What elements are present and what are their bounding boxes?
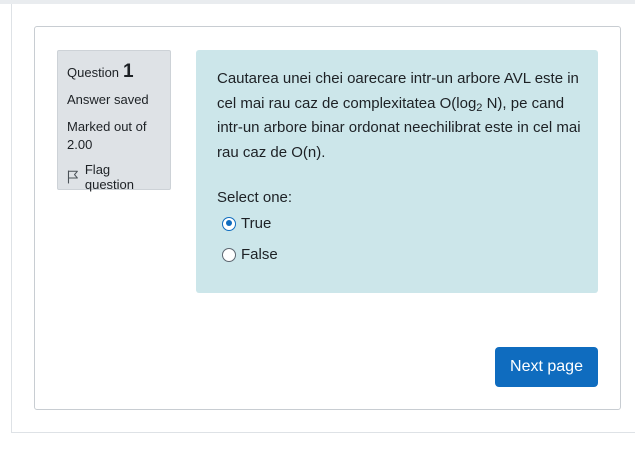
flag-icon: [67, 170, 78, 184]
flag-question-link[interactable]: Flag question: [67, 162, 162, 192]
question-info-panel: Question 1 Answer saved Marked out of 2.…: [57, 50, 171, 192]
answer-option-false[interactable]: False: [222, 246, 580, 263]
grade-value: 2.00: [67, 137, 93, 152]
flag-question-label: Flag question: [84, 162, 135, 192]
answer-prompt: Select one:: [217, 189, 293, 206]
question-grade: Marked out of 2.00: [67, 118, 162, 154]
question-content: Cautarea unei chei oarecare intr-un arbo…: [196, 50, 598, 293]
radio-true[interactable]: [222, 216, 236, 231]
answer-option-true[interactable]: True: [222, 215, 580, 232]
question-number: 1: [123, 61, 134, 82]
radio-false[interactable]: [222, 247, 236, 262]
answer-option-true-label[interactable]: True: [241, 215, 271, 232]
grade-label: Marked out of: [67, 119, 147, 134]
question-text: Cautarea unei chei oarecare intr-un arbo…: [217, 67, 582, 165]
question-state: Answer saved: [67, 92, 149, 107]
answer-option-false-label[interactable]: False: [241, 246, 278, 263]
question-label: Question: [67, 65, 120, 80]
question-number-heading: Question 1: [67, 61, 162, 83]
next-page-button[interactable]: Next page: [495, 347, 598, 387]
